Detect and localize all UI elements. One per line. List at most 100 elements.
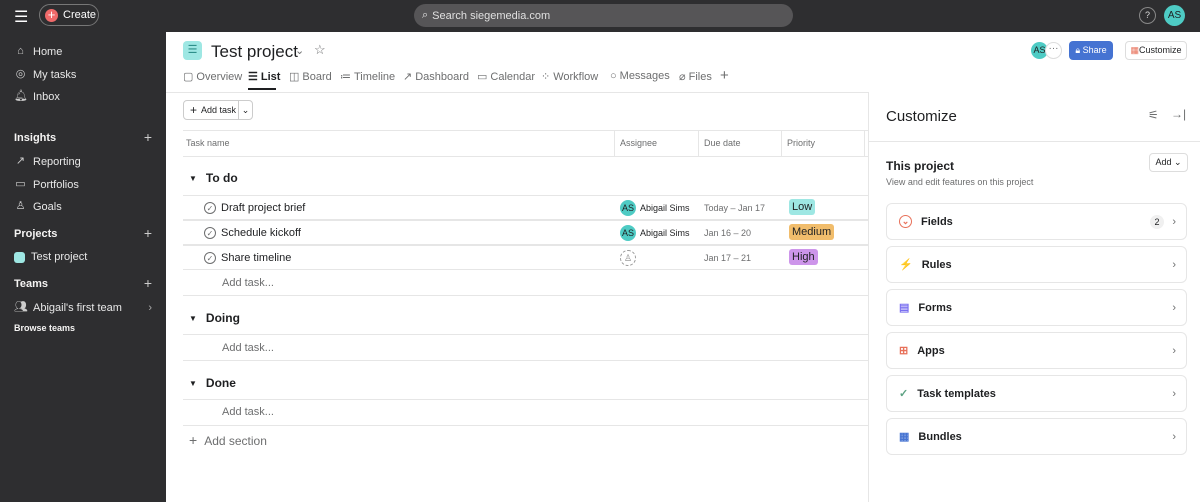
section-name: Doing bbox=[205, 311, 240, 325]
due-date[interactable]: Today – Jan 17 bbox=[704, 203, 765, 213]
tab-list[interactable]: ☰ List bbox=[248, 70, 280, 84]
tab-workflow[interactable]: ⁘ Workflow bbox=[541, 70, 599, 84]
column-header-priority[interactable]: Priority bbox=[787, 138, 815, 148]
user-avatar[interactable]: AS bbox=[1164, 5, 1185, 26]
label: My tasks bbox=[33, 68, 77, 81]
sidebar-item-my-tasks[interactable]: ◎ My tasks bbox=[14, 68, 77, 81]
add-project-icon[interactable]: + bbox=[144, 225, 152, 241]
tab-board[interactable]: ◫ Board bbox=[289, 70, 332, 84]
top-bar: ☰ + Create ⌕ Search siegemedia.com ? AS bbox=[0, 0, 1200, 32]
section-done[interactable]: ▼ Done bbox=[189, 376, 236, 390]
avatar: AS bbox=[620, 200, 636, 216]
add-task-inline[interactable]: Add task... bbox=[222, 406, 274, 418]
sidebar-item-home[interactable]: ⌂ Home bbox=[14, 45, 62, 58]
collapse-panel-icon[interactable]: →| bbox=[1171, 107, 1186, 121]
browse-teams-link[interactable]: Browse teams bbox=[14, 323, 75, 333]
section-doing[interactable]: ▼ Doing bbox=[189, 311, 240, 325]
folder-icon: ▭ bbox=[15, 178, 26, 190]
card-rules[interactable]: ⚡ Rules › bbox=[886, 246, 1187, 283]
chevron-down-icon[interactable]: ⌄ bbox=[295, 44, 304, 57]
chevron-down-icon[interactable]: ⌄ bbox=[238, 101, 252, 119]
tab-label: Calendar bbox=[490, 70, 536, 83]
assignee[interactable]: ♙ bbox=[620, 250, 636, 266]
tab-messages[interactable]: ○ Messages bbox=[610, 70, 670, 82]
due-date[interactable]: Jan 16 – 20 bbox=[704, 228, 751, 238]
add-task-inline[interactable]: Add task... bbox=[222, 277, 274, 289]
sidebar-item-goals[interactable]: ♙ Goals bbox=[14, 200, 62, 213]
card-task-templates[interactable]: ✓ Task templates › bbox=[886, 375, 1187, 412]
assignee[interactable]: AS Abigail Sims bbox=[620, 225, 690, 241]
tab-files[interactable]: ⌀ Files bbox=[679, 70, 712, 84]
chevron-right-icon: › bbox=[1172, 344, 1176, 357]
add-section-button[interactable]: + Add section bbox=[189, 433, 267, 448]
card-label: Bundles bbox=[918, 430, 962, 443]
template-check-icon: ✓ bbox=[899, 388, 909, 400]
card-label: Fields bbox=[921, 215, 953, 228]
due-date[interactable]: Jan 17 – 21 bbox=[704, 253, 751, 263]
tab-timeline[interactable]: ≔ Timeline bbox=[340, 70, 395, 84]
tab-label: Dashboard bbox=[415, 70, 470, 83]
sidebar-item-test-project[interactable]: Test project bbox=[14, 251, 87, 263]
sidebar-item-inbox[interactable]: 🔔︎ Inbox bbox=[14, 90, 60, 103]
card-label: Apps bbox=[917, 344, 945, 357]
task-name[interactable]: Share timeline bbox=[221, 252, 291, 264]
add-tab-icon[interactable]: + bbox=[720, 67, 729, 84]
help-button[interactable]: ? bbox=[1139, 7, 1156, 24]
section-name: To do bbox=[205, 171, 238, 185]
table-row[interactable]: ✓ Share timeline ♙ Jan 17 – 21 High bbox=[183, 245, 868, 270]
customize-button[interactable]: ▦Customize bbox=[1125, 41, 1187, 60]
table-row[interactable]: ✓ Schedule kickoff AS Abigail Sims Jan 16… bbox=[183, 220, 868, 245]
settings-sliders-icon[interactable]: ⚟ bbox=[1148, 108, 1159, 122]
apps-icon: ⊞ bbox=[899, 345, 909, 357]
divider bbox=[183, 425, 868, 426]
create-button[interactable]: + Create bbox=[39, 4, 99, 26]
add-task-button[interactable]: + Add task ⌄ bbox=[183, 100, 253, 120]
project-title[interactable]: Test project bbox=[211, 42, 298, 62]
priority-badge[interactable]: Medium bbox=[789, 224, 835, 240]
add-insight-icon[interactable]: + bbox=[144, 129, 152, 145]
caret-down-icon: ▼ bbox=[189, 173, 197, 183]
check-circle-icon[interactable]: ✓ bbox=[204, 252, 216, 264]
plus-icon: + bbox=[190, 103, 198, 117]
check-circle-icon[interactable]: ✓ bbox=[204, 202, 216, 214]
sidebar-item-reporting[interactable]: ↗ Reporting bbox=[14, 155, 81, 168]
share-button[interactable]: 🔒︎ Share bbox=[1069, 41, 1113, 60]
sidebar-item-team[interactable]: 👥︎ Abigail's first team › bbox=[14, 301, 152, 314]
assignee[interactable]: AS Abigail Sims bbox=[620, 200, 690, 216]
create-label: Create bbox=[63, 9, 97, 21]
task-name[interactable]: Draft project brief bbox=[221, 202, 305, 214]
add-team-icon[interactable]: + bbox=[144, 275, 152, 291]
task-name[interactable]: Schedule kickoff bbox=[221, 227, 301, 239]
card-fields[interactable]: ⌄ Fields 2 › bbox=[886, 203, 1187, 240]
menu-icon[interactable]: ☰ bbox=[14, 7, 28, 27]
table-row[interactable]: ✓ Draft project brief AS Abigail Sims Tod… bbox=[183, 195, 868, 220]
search-input[interactable]: ⌕ Search siegemedia.com bbox=[414, 4, 793, 27]
column-header-task-name[interactable]: Task name bbox=[186, 138, 230, 148]
tab-label: Workflow bbox=[553, 70, 599, 83]
column-header-assignee[interactable]: Assignee bbox=[620, 138, 657, 148]
more-members-icon[interactable]: ··· bbox=[1045, 42, 1062, 59]
section-to-do[interactable]: ▼ To do bbox=[189, 171, 238, 185]
card-forms[interactable]: ▤ Forms › bbox=[886, 289, 1187, 326]
tab-calendar[interactable]: ▭ Calendar bbox=[477, 70, 536, 84]
priority-badge[interactable]: High bbox=[789, 249, 818, 265]
priority-badge[interactable]: Low bbox=[789, 199, 816, 215]
column-header-due-date[interactable]: Due date bbox=[704, 138, 741, 148]
label: Reporting bbox=[33, 155, 81, 168]
star-icon[interactable]: ☆ bbox=[314, 42, 326, 58]
fields-icon: ⌄ bbox=[899, 215, 912, 228]
card-bundles[interactable]: ▦ Bundles › bbox=[886, 418, 1187, 455]
workflow-icon: ⁘ bbox=[541, 71, 551, 83]
add-task-inline[interactable]: Add task... bbox=[222, 342, 274, 354]
tab-dashboard[interactable]: ↗ Dashboard bbox=[403, 70, 470, 84]
section-description: View and edit features on this project bbox=[886, 177, 1034, 187]
tab-overview[interactable]: ▢ Overview bbox=[183, 70, 243, 84]
divider bbox=[869, 141, 1200, 142]
check-circle-icon: ◎ bbox=[15, 68, 26, 80]
tab-label: Overview bbox=[196, 70, 243, 83]
add-dropdown-button[interactable]: Add ⌄ bbox=[1149, 153, 1188, 172]
check-circle-icon[interactable]: ✓ bbox=[204, 227, 216, 239]
board-icon: ◫ bbox=[289, 71, 300, 83]
card-apps[interactable]: ⊞ Apps › bbox=[886, 332, 1187, 369]
sidebar-item-portfolios[interactable]: ▭ Portfolios bbox=[14, 178, 79, 191]
